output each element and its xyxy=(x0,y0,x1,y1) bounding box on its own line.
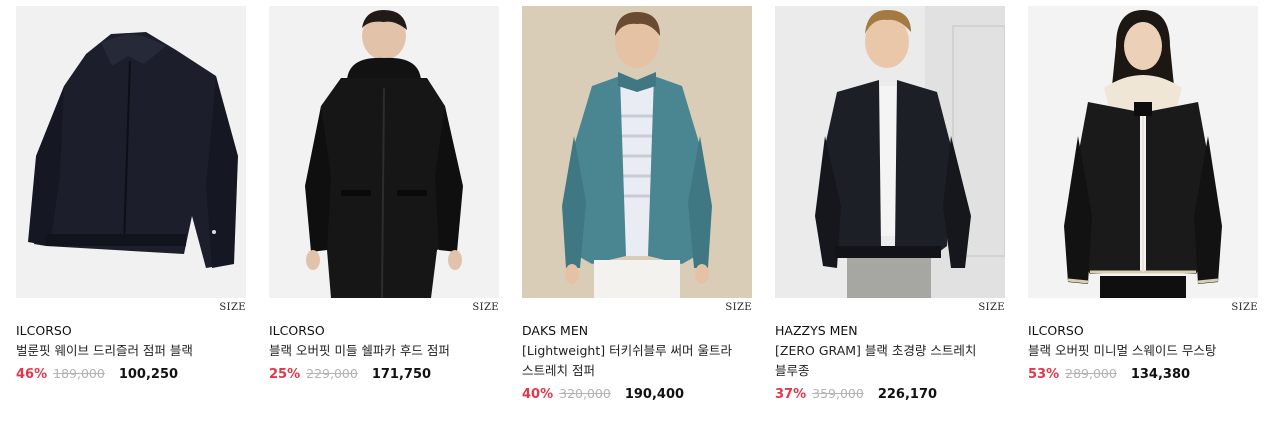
price-row: 40% 320,000 190,400 xyxy=(522,385,752,404)
price-row: 46% 189,000 100,250 xyxy=(16,365,246,384)
product-name[interactable]: 블랙 오버핏 미니멀 스웨이드 무스탕 xyxy=(1028,341,1258,361)
black-hooded-parka-image xyxy=(269,6,499,298)
product-card[interactable]: SIZE ILCORSO 블랙 오버핏 미니멀 스웨이드 무스탕 53% 289… xyxy=(1028,6,1258,404)
original-price: 320,000 xyxy=(559,386,611,401)
original-price: 359,000 xyxy=(812,386,864,401)
product-name[interactable]: 벌룬핏 웨이브 드리즐러 점퍼 블랙 xyxy=(16,341,246,361)
product-name[interactable]: [ZERO GRAM] 블랙 초경량 스트레치 블루종 xyxy=(775,341,1005,381)
original-price: 229,000 xyxy=(306,366,358,381)
product-brand[interactable]: ILCORSO xyxy=(16,322,246,340)
product-image[interactable] xyxy=(775,6,1005,298)
product-brand[interactable]: ILCORSO xyxy=(269,322,499,340)
size-label[interactable]: SIZE xyxy=(16,300,246,316)
blue-summer-jacket-image xyxy=(522,6,752,298)
final-price: 134,380 xyxy=(1130,367,1191,382)
discount-rate: 37% xyxy=(775,387,807,402)
size-label[interactable]: SIZE xyxy=(775,300,1005,316)
product-grid: SIZE ILCORSO 벌룬핏 웨이브 드리즐러 점퍼 블랙 46% 189,… xyxy=(16,6,1258,404)
discount-rate: 40% xyxy=(522,387,554,402)
discount-rate: 25% xyxy=(269,367,301,382)
product-image[interactable] xyxy=(16,6,246,298)
price-row: 25% 229,000 171,750 xyxy=(269,365,499,384)
product-brand[interactable]: DAKS MEN xyxy=(522,322,752,340)
product-name[interactable]: [Lightweight] 터키쉬블루 써머 울트라 스트레치 점퍼 xyxy=(522,341,752,381)
black-blouson-image xyxy=(775,6,1005,298)
size-label[interactable]: SIZE xyxy=(522,300,752,316)
product-card[interactable]: SIZE DAKS MEN [Lightweight] 터키쉬블루 써머 울트라… xyxy=(522,6,752,404)
final-price: 171,750 xyxy=(371,367,432,382)
product-card[interactable]: SIZE ILCORSO 벌룬핏 웨이브 드리즐러 점퍼 블랙 46% 189,… xyxy=(16,6,246,404)
discount-rate: 46% xyxy=(16,367,48,382)
product-brand[interactable]: ILCORSO xyxy=(1028,322,1258,340)
original-price: 289,000 xyxy=(1065,366,1117,381)
product-brand[interactable]: HAZZYS MEN xyxy=(775,322,1005,340)
size-label[interactable]: SIZE xyxy=(269,300,499,316)
product-card[interactable]: SIZE HAZZYS MEN [ZERO GRAM] 블랙 초경량 스트레치 … xyxy=(775,6,1005,404)
product-image[interactable] xyxy=(1028,6,1258,298)
price-row: 53% 289,000 134,380 xyxy=(1028,365,1258,384)
black-drizzler-jacket-image xyxy=(16,6,246,298)
product-name[interactable]: 블랙 오버핏 미들 쉘파카 후드 점퍼 xyxy=(269,341,499,361)
product-card[interactable]: SIZE ILCORSO 블랙 오버핏 미들 쉘파카 후드 점퍼 25% 229… xyxy=(269,6,499,404)
price-row: 37% 359,000 226,170 xyxy=(775,385,1005,404)
product-image[interactable] xyxy=(269,6,499,298)
final-price: 100,250 xyxy=(118,367,179,382)
original-price: 189,000 xyxy=(53,366,105,381)
black-suede-mustang-image xyxy=(1028,6,1258,298)
final-price: 226,170 xyxy=(877,387,938,402)
discount-rate: 53% xyxy=(1028,367,1060,382)
product-image[interactable] xyxy=(522,6,752,298)
size-label[interactable]: SIZE xyxy=(1028,300,1258,316)
final-price: 190,400 xyxy=(624,387,685,402)
